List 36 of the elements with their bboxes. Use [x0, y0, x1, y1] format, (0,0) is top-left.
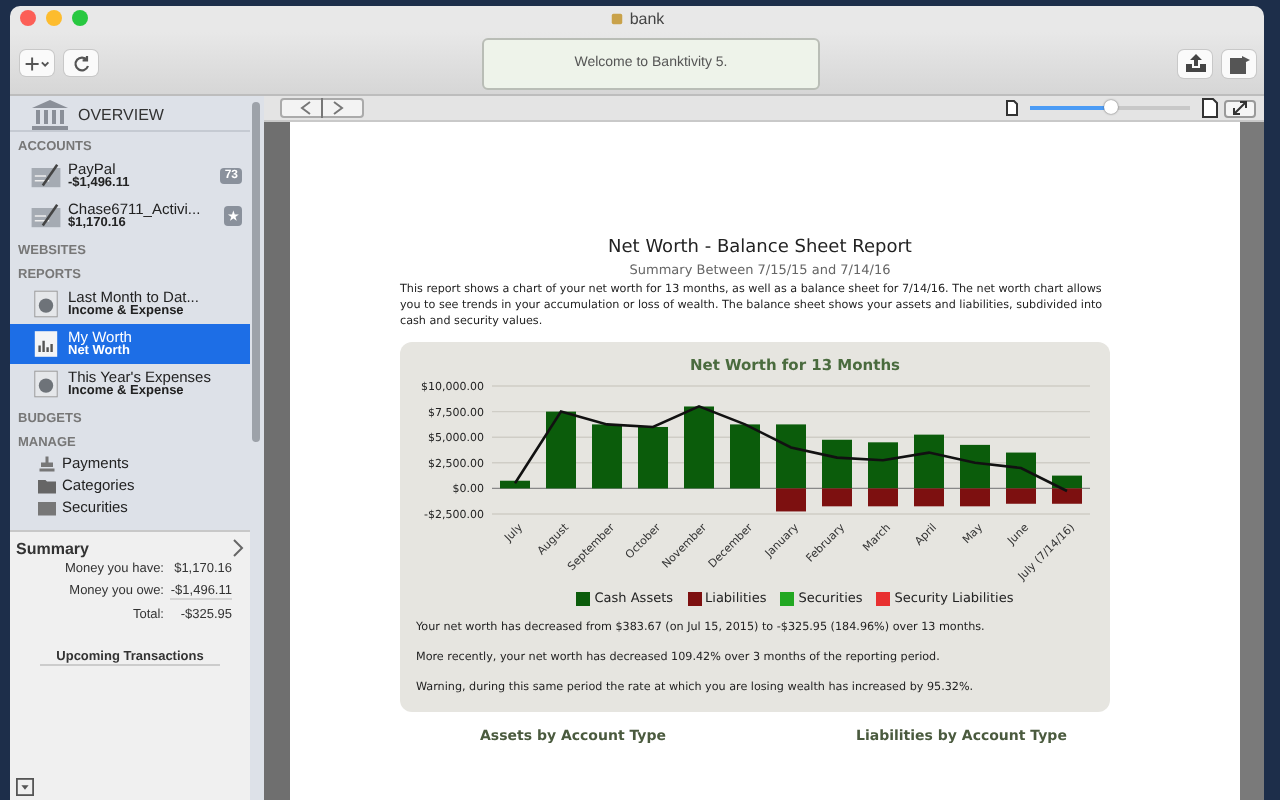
- check-pen-icon: [30, 162, 62, 190]
- refresh-button[interactable]: [64, 50, 98, 76]
- bank-icon: [30, 98, 70, 130]
- calendar-arrow-icon: [1227, 53, 1251, 73]
- chart-bar: [638, 427, 668, 490]
- plus-icon: [24, 53, 50, 73]
- refresh-icon: [71, 53, 91, 73]
- chart-bar: [730, 425, 760, 490]
- document-icon: [609, 12, 624, 26]
- chart-bar: [500, 481, 530, 490]
- check-pen-icon: [30, 202, 62, 230]
- chart-bar: [546, 412, 576, 490]
- share-button[interactable]: [1222, 49, 1256, 77]
- zoom-slider-thumb[interactable]: [1104, 100, 1118, 114]
- large-page-icon: [1202, 98, 1218, 118]
- back-forward-control[interactable]: [280, 98, 364, 118]
- stamp-icon: [38, 455, 56, 471]
- fullscreen-button[interactable]: [1224, 99, 1256, 117]
- chevron-right-icon[interactable]: [232, 538, 244, 558]
- panel-toggle-icon[interactable]: [16, 778, 34, 796]
- window-title: bank: [629, 10, 665, 28]
- add-button[interactable]: [20, 50, 54, 76]
- overview-item[interactable]: OVERVIEW: [10, 98, 250, 132]
- pie-report-icon: [30, 290, 62, 318]
- pie-report-icon: [30, 370, 62, 398]
- bar-report-icon: [30, 330, 62, 358]
- upload-tray-icon: [1183, 53, 1207, 73]
- scrollbar[interactable]: [252, 102, 260, 442]
- export-button[interactable]: [1178, 49, 1212, 77]
- summary-title: Summary: [16, 539, 89, 557]
- expand-icon: [1230, 100, 1250, 116]
- chart-bar: [592, 425, 622, 490]
- chart-bar: [684, 407, 714, 490]
- small-page-icon: [1006, 100, 1018, 116]
- folder-icon: [38, 477, 56, 493]
- report-title: Net Worth - Balance Sheet Report: [606, 238, 914, 258]
